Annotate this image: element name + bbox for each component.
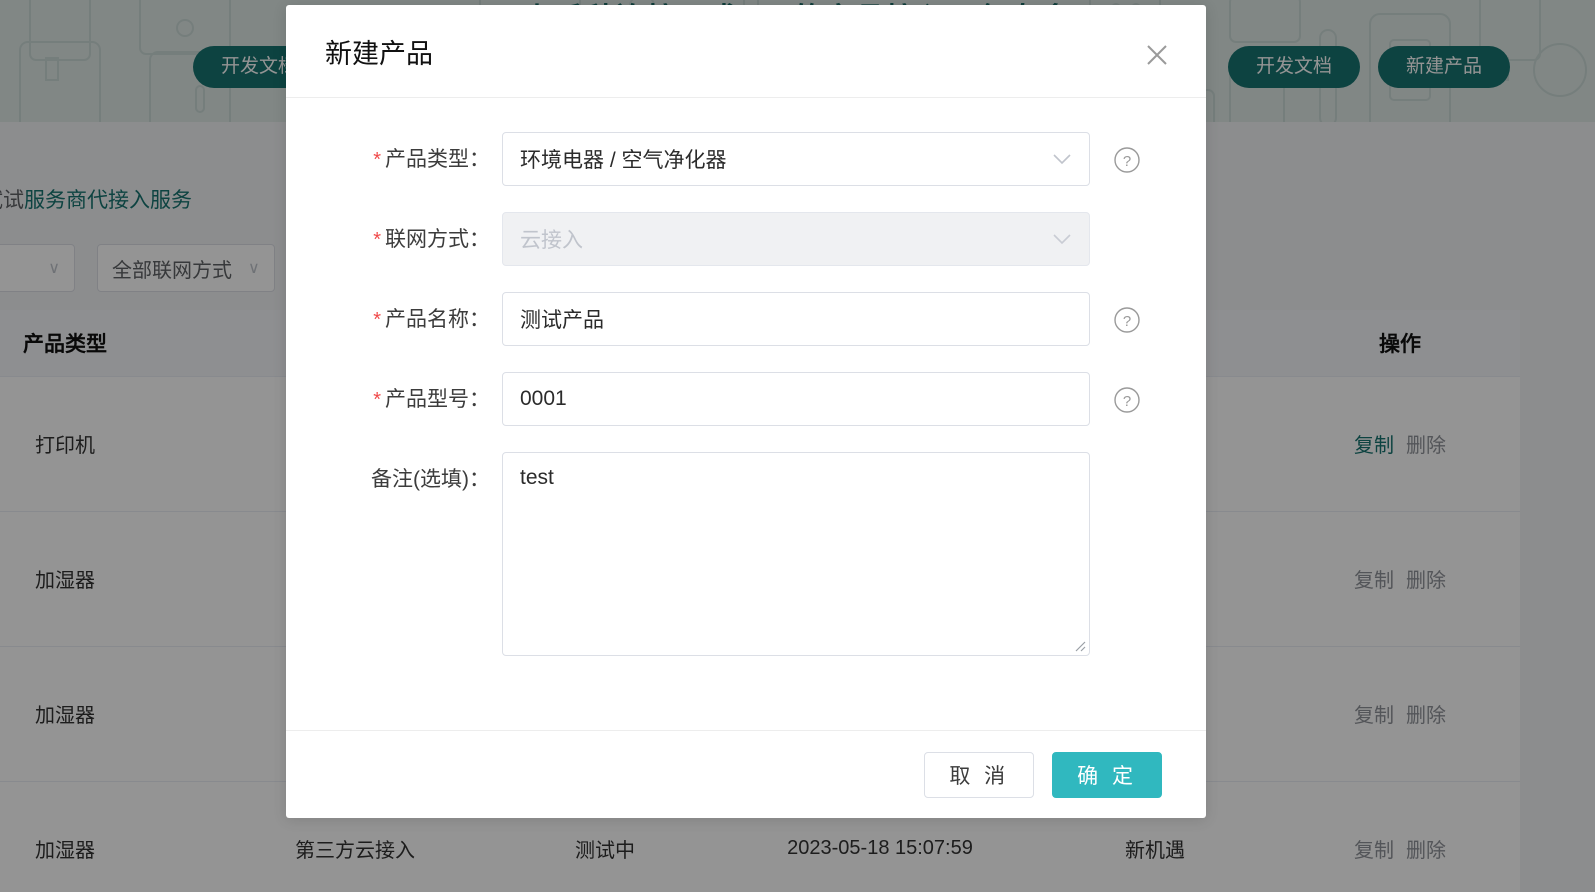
cancel-button[interactable]: 取 消 <box>924 751 1035 798</box>
question-circle-icon: ? <box>1114 387 1140 413</box>
product-model-input[interactable]: 0001 <box>502 372 1090 426</box>
field-wrap-remark: test <box>502 452 1090 656</box>
dialog-title: 新建产品 <box>325 38 433 69</box>
product-name-value: 测试产品 <box>520 309 604 332</box>
label-product-model-text: 产品型号： <box>385 388 490 411</box>
new-product-dialog: 新建产品 * 产品类型： 环境电器 / 空气净化器 ? * 联网方式： 云接入 … <box>286 5 1206 818</box>
label-product-model: * 产品型号： <box>286 372 502 413</box>
label-remark-text: 备注(选填)： <box>371 468 490 491</box>
help-icon-product-name[interactable]: ? <box>1112 305 1142 335</box>
chevron-down-icon <box>1052 147 1072 171</box>
help-icon-product-model[interactable]: ? <box>1112 385 1142 415</box>
confirm-button[interactable]: 确 定 <box>1052 751 1162 798</box>
chevron-down-icon-glyph <box>1053 234 1071 245</box>
screen: 上千种连接不求IOT的产品接入不复杂多 开发文档 开发文档 新建产品 不妨试试服… <box>0 0 1595 892</box>
field-row-product-name: * 产品名称： 测试产品 ? <box>286 292 1206 346</box>
network-mode-value: 云接入 <box>520 229 583 252</box>
field-wrap-product-type: 环境电器 / 空气净化器 ? <box>502 132 1140 186</box>
field-wrap-network-mode: 云接入 <box>502 212 1090 266</box>
remark-textarea[interactable]: test <box>502 452 1090 656</box>
label-product-name-text: 产品名称： <box>385 308 490 331</box>
required-asterisk-icon: * <box>373 309 381 331</box>
product-type-value: 环境电器 / 空气净化器 <box>520 149 727 172</box>
question-circle-icon: ? <box>1114 307 1140 333</box>
label-product-name: * 产品名称： <box>286 292 502 333</box>
field-row-remark: 备注(选填)： test <box>286 452 1206 656</box>
label-product-type: * 产品类型： <box>286 132 502 173</box>
help-icon-product-type[interactable]: ? <box>1112 145 1142 175</box>
field-row-product-type: * 产品类型： 环境电器 / 空气净化器 ? <box>286 132 1206 186</box>
dialog-body: * 产品类型： 环境电器 / 空气净化器 ? * 联网方式： 云接入 * 产品名… <box>286 98 1206 730</box>
label-remark: 备注(选填)： <box>286 452 502 493</box>
required-asterisk-icon: * <box>373 149 381 171</box>
product-type-select[interactable]: 环境电器 / 空气净化器 <box>502 132 1090 186</box>
field-wrap-product-name: 测试产品 ? <box>502 292 1140 346</box>
product-name-input[interactable]: 测试产品 <box>502 292 1090 346</box>
label-network-mode-text: 联网方式： <box>385 228 490 251</box>
required-asterisk-icon: * <box>373 389 381 411</box>
dialog-header: 新建产品 <box>286 5 1206 98</box>
chevron-down-icon <box>1052 227 1072 251</box>
svg-text:?: ? <box>1123 393 1131 410</box>
label-product-type-text: 产品类型： <box>385 148 490 171</box>
field-row-product-model: * 产品型号： 0001 ? <box>286 372 1206 426</box>
dialog-footer: 取 消 确 定 <box>286 730 1206 818</box>
close-icon-glyph <box>1147 45 1167 65</box>
chevron-down-icon-glyph <box>1053 154 1071 165</box>
label-network-mode: * 联网方式： <box>286 212 502 253</box>
field-row-network-mode: * 联网方式： 云接入 <box>286 212 1206 266</box>
required-asterisk-icon: * <box>373 229 381 251</box>
svg-text:?: ? <box>1123 153 1131 170</box>
field-wrap-product-model: 0001 ? <box>502 372 1140 426</box>
resize-handle-icon[interactable] <box>1072 638 1086 652</box>
close-icon[interactable] <box>1137 35 1177 75</box>
network-mode-select: 云接入 <box>502 212 1090 266</box>
question-circle-icon: ? <box>1114 147 1140 173</box>
product-model-value: 0001 <box>520 387 567 410</box>
svg-text:?: ? <box>1123 313 1131 330</box>
remark-value: test <box>520 466 554 489</box>
